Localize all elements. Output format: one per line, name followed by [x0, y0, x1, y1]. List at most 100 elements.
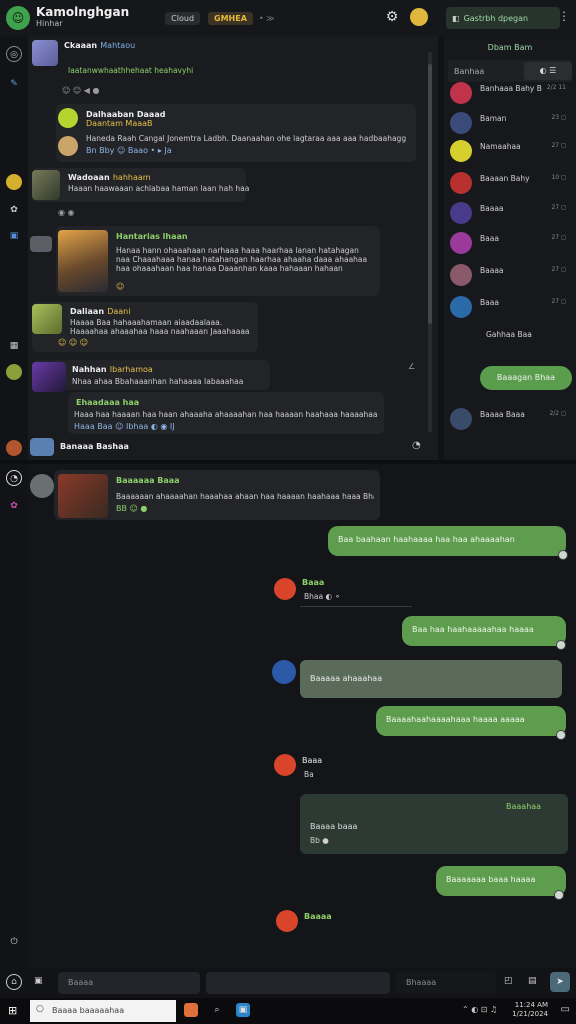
member-meta: 23 ◻ [551, 114, 566, 121]
author-name[interactable]: Ehaadaaa haa [76, 398, 139, 407]
taskbar-store-icon[interactable]: ▣ [236, 1003, 250, 1017]
author-name[interactable]: Baaa [302, 578, 324, 587]
message-reactions[interactable]: Bn Bby ☺ Baao • ▸ Ja [86, 146, 172, 155]
member-item[interactable]: Baaaa Baaa 2/2 ◻ [450, 406, 574, 434]
member-meta: 27 ◻ [551, 298, 566, 305]
member-item[interactable]: Baaa 27 ◻ [450, 230, 574, 258]
avatar[interactable] [274, 754, 296, 776]
rail-game-icon[interactable] [6, 364, 22, 380]
avatar[interactable] [272, 660, 296, 684]
avatar[interactable] [276, 910, 298, 932]
rail-power-icon[interactable]: ⏻ [6, 934, 22, 950]
feed-scrollbar[interactable] [428, 52, 432, 432]
message-text: Haaaa Baa hahaaahamaan aiaadaalaaa. Haaa… [70, 318, 250, 336]
user-avatar[interactable] [410, 8, 428, 26]
avatar[interactable] [32, 304, 62, 334]
avatar[interactable] [32, 362, 66, 392]
app-logo-icon[interactable]: ☺ [6, 6, 30, 30]
author-name[interactable]: Hantarias lhaan [116, 232, 188, 241]
notification-icon[interactable]: ▭ [561, 1004, 570, 1015]
tray-icons[interactable]: ⌃ ◐ ⊡ ♫ [462, 1005, 497, 1014]
member-item[interactable]: Baaaan Bahy 10 ◻ [450, 170, 574, 198]
tab-channel[interactable]: ◧ Gastrbh dpegan [446, 7, 560, 29]
message-reactions[interactable]: ∠ [408, 362, 415, 371]
member-filter[interactable]: Banhaa ◐ ☰ [448, 60, 572, 82]
compose-attach-icon[interactable]: ▣ [34, 976, 43, 986]
author-tag: Ibarhamoa [109, 365, 153, 374]
member-item[interactable]: Baaaa 27 ◻ [450, 262, 574, 290]
author-name[interactable]: Nahhan [72, 365, 107, 374]
taskbar-app-icon[interactable] [184, 1003, 198, 1017]
avatar[interactable] [58, 108, 78, 128]
avatar[interactable] [58, 136, 78, 156]
member-panel: Dbam Bam Banhaa ◐ ☰ Banhaaa Bahy B 2/2 1… [444, 36, 576, 460]
gif-icon[interactable]: ▤ [528, 976, 537, 986]
member-item[interactable]: Banhaaa Bahy B 2/2 11 [450, 80, 574, 108]
author-name[interactable]: Wadoaan [68, 173, 110, 182]
message-image[interactable] [58, 230, 108, 292]
clock-date: 1/21/2024 [512, 1010, 548, 1018]
outgoing-message[interactable]: Baaaahaahaaaahaaa haaaa aaaaa [376, 706, 566, 736]
chip-badge[interactable]: GMHEA [208, 11, 253, 25]
compose-home-icon[interactable]: ⌂ [6, 974, 22, 990]
member-item[interactable]: Namaahaa 27 ◻ [450, 138, 574, 166]
read-receipt-icon [556, 640, 566, 650]
search-input[interactable]: Bhaaaa [396, 972, 496, 994]
rail-book-icon[interactable]: ▣ [6, 228, 22, 244]
footer-clock-icon[interactable]: ◔ [412, 440, 421, 451]
chip-cloud[interactable]: Cloud [165, 11, 201, 25]
footer-author-name[interactable]: Banaaa Bashaa [60, 442, 129, 451]
message-input-secondary[interactable] [206, 972, 390, 994]
taskbar-search[interactable]: Baaaa baaaaahaa [30, 1000, 176, 1022]
member-avatar [450, 408, 472, 430]
member-item[interactable]: Baman 23 ◻ [450, 110, 574, 138]
outgoing-message[interactable]: Baaaaaaa baaa haaaa [436, 866, 566, 896]
rail-pink-icon[interactable]: ✿ [6, 498, 22, 514]
author-name[interactable]: Baaaaaa Baaa [116, 476, 180, 485]
author-name[interactable]: Daliaan [70, 307, 104, 316]
emoji-icon[interactable]: ◰ [504, 976, 513, 986]
avatar[interactable] [32, 40, 58, 66]
message-reactions[interactable]: ◉ ◉ [58, 208, 75, 217]
outgoing-message[interactable]: Baa baahaan haahaaaa haa haa ahaaaahan [328, 526, 566, 556]
taskbar-clock[interactable]: 11:24 AM 1/21/2024 [512, 1001, 548, 1019]
message-reactions[interactable]: Haaa Baa ☺ Ibhaa ◐ ◉ IJ [74, 422, 175, 431]
rail-user-icon[interactable] [6, 440, 22, 456]
send-button[interactable]: ➤ [550, 972, 570, 992]
message-text: Nhaa ahaa Bbahaaanhan hahaaaa Iabaaahaa [72, 377, 244, 386]
member-filter-button[interactable]: ◐ ☰ [524, 62, 572, 80]
author-name[interactable]: Ckaaan [64, 41, 97, 50]
rail-avatar-icon[interactable] [6, 174, 22, 190]
avatar[interactable] [30, 438, 54, 456]
member-item[interactable]: Gahhaa Baa [450, 326, 574, 354]
message-reactions[interactable]: ☺ ☺ ☺ [58, 338, 88, 347]
rail-calendar-icon[interactable]: ▦ [6, 338, 22, 354]
message-image[interactable] [58, 474, 108, 518]
author-name[interactable]: Baaaa [304, 912, 332, 921]
message-reactions[interactable]: BB ☺ ● [116, 504, 147, 513]
member-item[interactable]: Baaa 27 ◻ [450, 294, 574, 322]
avatar[interactable] [30, 236, 52, 252]
member-item[interactable]: Baaaa 27 ◻ [450, 200, 574, 228]
avatar[interactable] [32, 170, 60, 200]
author-name[interactable]: Dalhaaban Daaad [86, 110, 165, 119]
avatar[interactable] [30, 474, 54, 498]
member-name: Gahhaa Baa [486, 330, 532, 339]
taskbar-search-icon[interactable]: ⌕ [210, 1003, 224, 1017]
panel-action-button[interactable]: Baaagan Bhaa [480, 366, 572, 390]
member-filter-label: Banhaa [454, 66, 485, 76]
rail-pin-icon[interactable]: ✎ [6, 76, 22, 92]
kebab-menu-icon[interactable]: ⋮ [558, 9, 570, 23]
outgoing-message[interactable]: Baa haa haahaaaaahaa haaaa [402, 616, 566, 646]
message-reactions[interactable]: ☺ [116, 282, 124, 291]
rail-clock-icon[interactable]: ◔ [6, 470, 22, 486]
windows-start-icon[interactable]: ⊞ [8, 1004, 17, 1017]
message-input[interactable]: Baaaa [58, 972, 200, 994]
gear-icon[interactable]: ⚙ [384, 9, 400, 25]
message-reactions[interactable]: ☺ ☺ ◀ ● [62, 86, 99, 95]
author-name[interactable]: Baaa [302, 756, 322, 765]
rail-home-icon[interactable]: ◎ [6, 46, 22, 62]
rail-settings-icon[interactable]: ✿ [6, 202, 22, 218]
avatar[interactable] [274, 578, 296, 600]
scrollbar-thumb[interactable] [428, 64, 432, 324]
